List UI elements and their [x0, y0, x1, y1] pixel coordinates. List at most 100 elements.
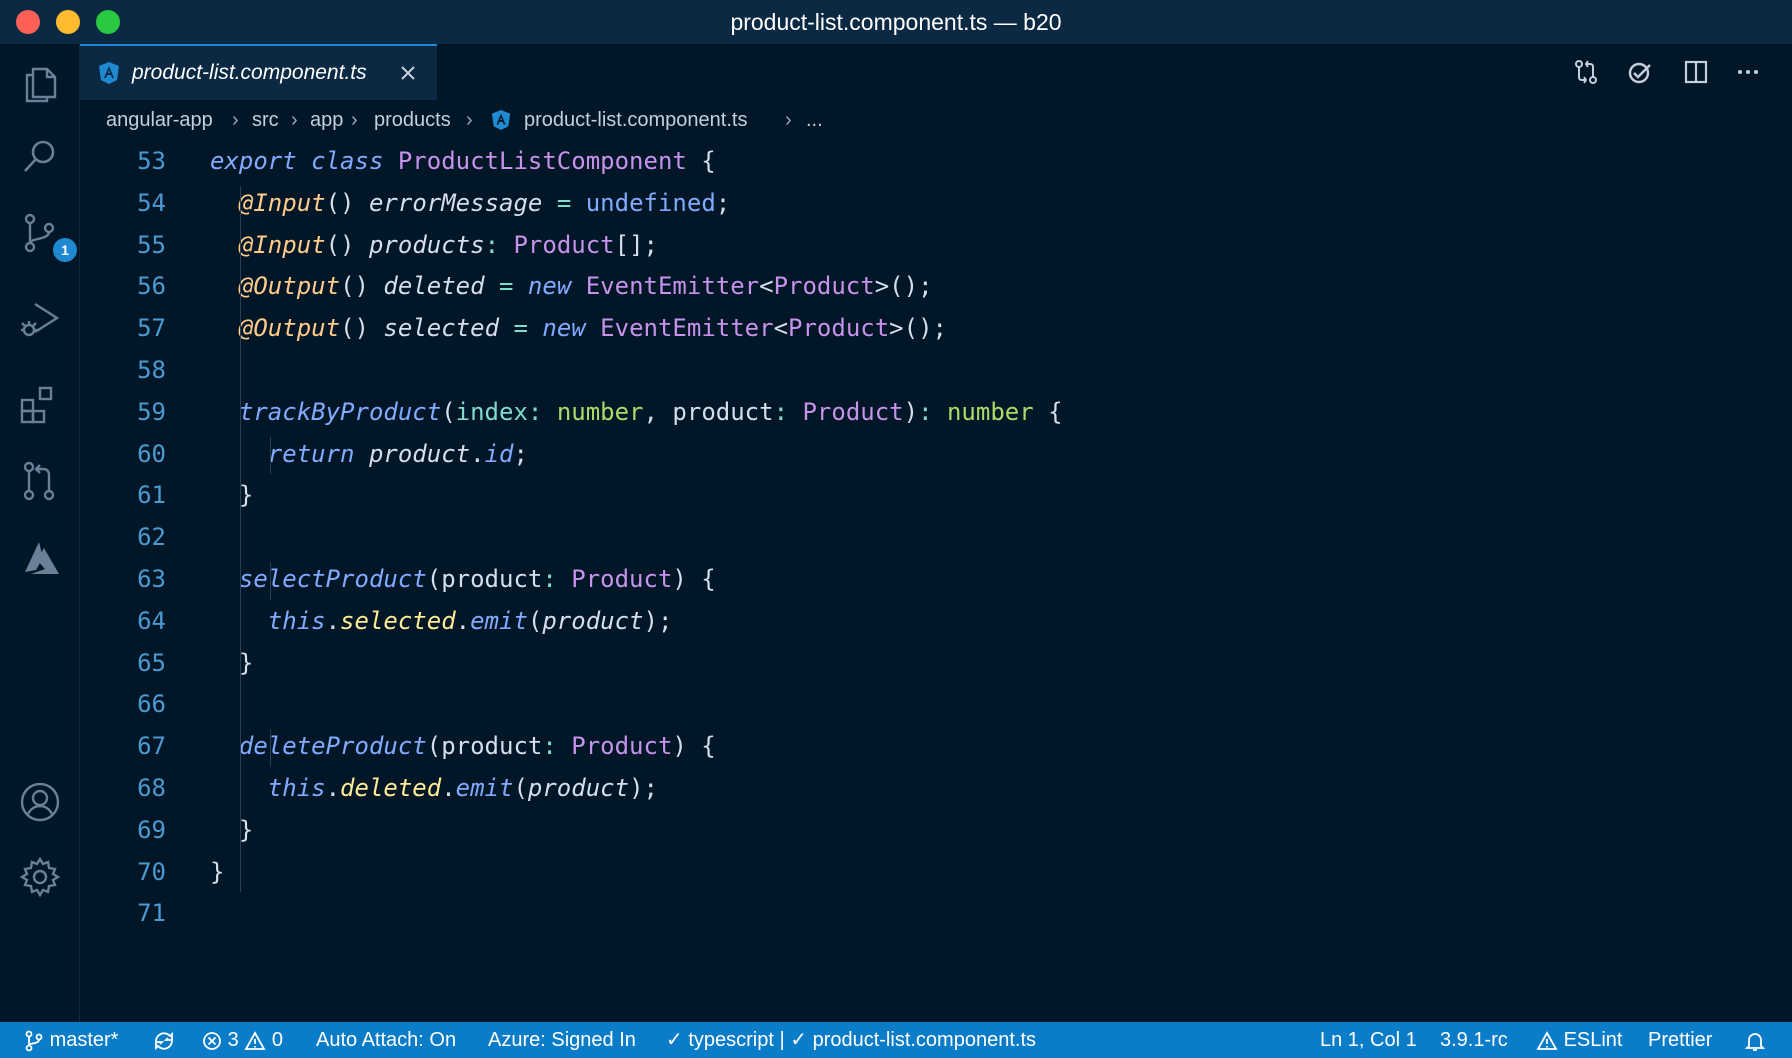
- check-circle-icon[interactable]: [1626, 58, 1654, 86]
- code-token: emit: [455, 774, 514, 802]
- code-line[interactable]: 53 export class ProductListComponent {: [80, 140, 1780, 182]
- notifications-button[interactable]: [1744, 1022, 1766, 1058]
- close-icon[interactable]: [398, 63, 418, 83]
- indent-guide: [270, 436, 271, 475]
- code-line[interactable]: 69 }: [80, 809, 1780, 851]
- search-icon[interactable]: [17, 134, 63, 180]
- tab-product-list-component[interactable]: product-list.component.ts: [80, 44, 437, 100]
- code-token: :: [527, 397, 557, 426]
- code-token: Product: [788, 314, 890, 343]
- code-token: }: [210, 481, 254, 510]
- code-token: deleted: [383, 272, 500, 301]
- code-token: products: [368, 230, 485, 259]
- code-text: @Input() products: Product[];: [210, 224, 658, 266]
- breadcrumb-item-ellipsis[interactable]: ...: [806, 102, 823, 138]
- breadcrumb-item-angular-app[interactable]: angular-app: [106, 102, 213, 138]
- code-line[interactable]: 60 return product.id;: [80, 433, 1780, 475]
- problems-status[interactable]: 3 0: [202, 1022, 283, 1058]
- code-token: (: [527, 606, 543, 635]
- code-token: index: [455, 397, 528, 426]
- sync-button[interactable]: [152, 1022, 176, 1058]
- code-line[interactable]: 62: [80, 516, 1780, 558]
- scm-badge: 1: [53, 238, 77, 262]
- code-token: id: [484, 439, 514, 468]
- warning-count: 0: [271, 1029, 283, 1051]
- cursor-position[interactable]: Ln 1, Col 1: [1320, 1022, 1417, 1058]
- azure-status[interactable]: Azure: Signed In: [488, 1022, 636, 1058]
- pull-requests-icon[interactable]: [17, 458, 63, 504]
- code-line[interactable]: 63 selectProduct(product: Product) {: [80, 558, 1780, 600]
- code-line[interactable]: 65 }: [80, 642, 1780, 684]
- breadcrumb-item-src[interactable]: src: [252, 102, 279, 138]
- code-token: }: [210, 857, 225, 886]
- code-token: Product: [773, 272, 875, 301]
- code-line[interactable]: 66: [80, 683, 1780, 725]
- code-line[interactable]: 57 @Output() selected = new EventEmitter…: [80, 307, 1780, 349]
- code-line[interactable]: 58: [80, 349, 1780, 391]
- code-token: selected: [383, 314, 514, 343]
- branch-status[interactable]: master*: [24, 1022, 118, 1058]
- code-line[interactable]: 55 @Input() products: Product[];: [80, 224, 1780, 266]
- warning-icon: [1536, 1030, 1558, 1050]
- explorer-icon[interactable]: [17, 61, 63, 107]
- code-token: number: [556, 397, 644, 426]
- code-line[interactable]: 61 }: [80, 474, 1780, 516]
- code-token: ;: [715, 188, 731, 217]
- chevron-right-icon: ›: [351, 109, 358, 131]
- error-icon: [203, 1031, 221, 1050]
- code-line[interactable]: 56 @Output() deleted = new EventEmitter<…: [80, 265, 1780, 307]
- code-editor[interactable]: 53 export class ProductListComponent {54 …: [80, 140, 1792, 1022]
- code-line[interactable]: 59 trackByProduct(index: number, product…: [80, 391, 1780, 433]
- account-icon[interactable]: [17, 779, 63, 825]
- code-token: selectProduct: [238, 565, 427, 593]
- compare-changes-icon[interactable]: [1572, 58, 1600, 86]
- code-line[interactable]: 64 this.selected.emit(product);: [80, 600, 1780, 642]
- check-icon: ✓: [666, 1029, 683, 1051]
- code-token: ) {: [672, 565, 716, 593]
- title-bar: product-list.component.ts — b20: [0, 0, 1792, 45]
- more-actions-icon[interactable]: [1734, 58, 1762, 86]
- code-text: deleteProduct(product: Product) {: [210, 725, 716, 767]
- branch-name: master*: [49, 1029, 119, 1051]
- extensions-icon[interactable]: [17, 382, 63, 428]
- code-line[interactable]: 68 this.deleted.emit(product);: [80, 767, 1780, 809]
- breadcrumb-item-app[interactable]: app: [310, 102, 343, 138]
- code-line[interactable]: 54 @Input() errorMessage = undefined;: [80, 182, 1780, 224]
- code-token: =: [499, 272, 528, 301]
- source-control-icon[interactable]: 1: [17, 210, 77, 262]
- chevron-right-icon: ›: [466, 109, 473, 131]
- breadcrumb-item-products[interactable]: products: [374, 102, 451, 138]
- run-debug-icon[interactable]: [17, 296, 63, 342]
- code-text: @Input() errorMessage = undefined;: [210, 182, 730, 224]
- prettier-status[interactable]: Prettier: [1648, 1022, 1712, 1058]
- code-token: product: [542, 606, 644, 635]
- azure-icon[interactable]: [17, 536, 63, 582]
- code-token: (product: [426, 565, 543, 593]
- line-number: 70: [137, 857, 166, 886]
- split-editor-icon[interactable]: [1682, 58, 1710, 86]
- gear-icon[interactable]: [17, 854, 63, 900]
- tab-label: product-list.component.ts: [132, 61, 367, 84]
- breadcrumb: angular-app › src › app › products › pro…: [80, 102, 1780, 138]
- code-token: number: [946, 397, 1049, 426]
- auto-attach-status[interactable]: Auto Attach: On: [316, 1022, 456, 1058]
- code-line[interactable]: 67 deleteProduct(product: Product) {: [80, 725, 1780, 767]
- code-token: new: [527, 272, 586, 301]
- line-number: 60: [137, 439, 166, 468]
- typescript-status[interactable]: ✓ typescript | ✓ product-list.component.…: [666, 1022, 1036, 1058]
- code-line[interactable]: 70}: [80, 851, 1780, 893]
- check-icon: ✓: [790, 1029, 807, 1051]
- eslint-status[interactable]: ESLint: [1536, 1022, 1623, 1058]
- breadcrumb-item-file[interactable]: product-list.component.ts: [524, 102, 747, 138]
- code-token: (): [340, 272, 384, 301]
- chevron-right-icon: ›: [785, 109, 792, 131]
- code-line[interactable]: 71: [80, 892, 1780, 934]
- code-text: selectProduct(product: Product) {: [210, 558, 716, 600]
- code-token: Product: [802, 397, 904, 426]
- code-text: return product.id;: [210, 433, 528, 475]
- window-title: product-list.component.ts — b20: [730, 9, 1062, 35]
- typescript-version[interactable]: 3.9.1-rc: [1440, 1022, 1508, 1058]
